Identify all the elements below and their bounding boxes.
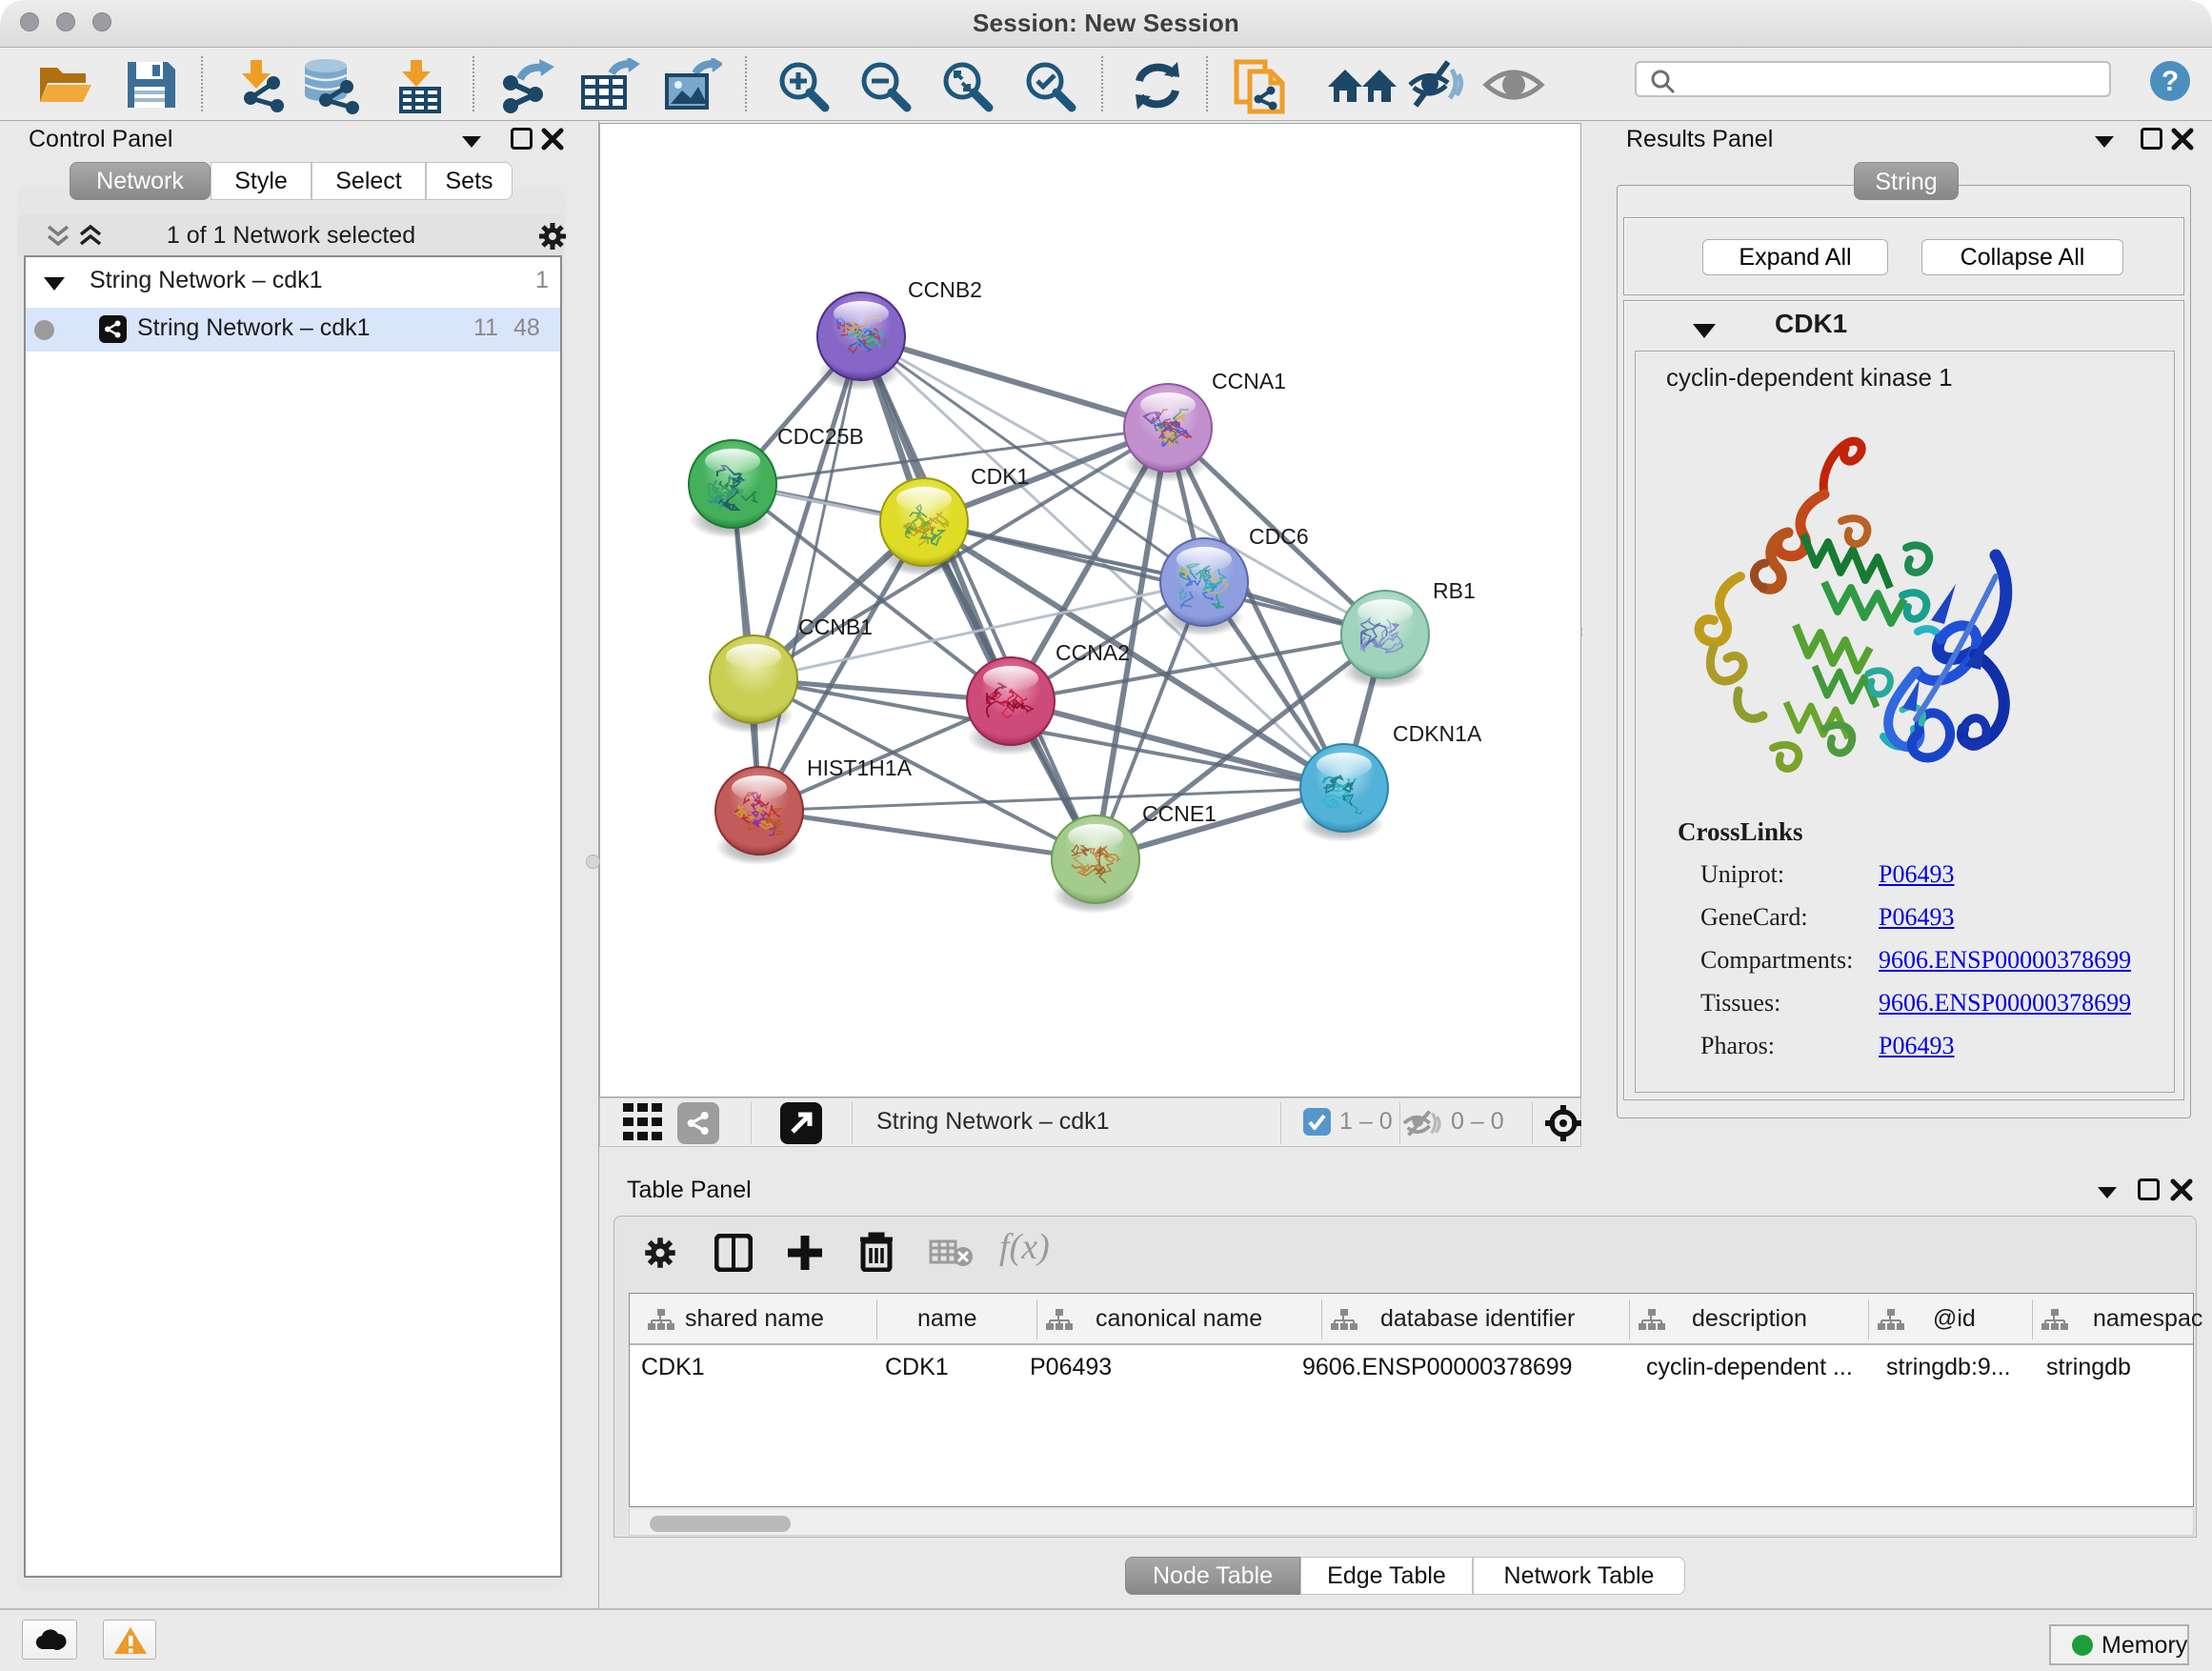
svg-text:?: ? xyxy=(2162,66,2179,97)
svg-text:CDKN1A: CDKN1A xyxy=(1393,721,1482,746)
svg-text:CCNA2: CCNA2 xyxy=(1056,640,1130,665)
svg-text:CCNA1: CCNA1 xyxy=(1212,369,1286,393)
svg-text:RB1: RB1 xyxy=(1433,578,1476,603)
svg-text:CCNE1: CCNE1 xyxy=(1142,801,1217,826)
svg-text:CDC6: CDC6 xyxy=(1249,524,1309,549)
svg-text:CCNB2: CCNB2 xyxy=(908,277,982,302)
svg-text:HIST1H1A: HIST1H1A xyxy=(807,755,913,780)
svg-text:CCNB1: CCNB1 xyxy=(798,614,873,639)
svg-text:CDK1: CDK1 xyxy=(971,464,1029,489)
svg-text:CDC25B: CDC25B xyxy=(777,424,864,449)
